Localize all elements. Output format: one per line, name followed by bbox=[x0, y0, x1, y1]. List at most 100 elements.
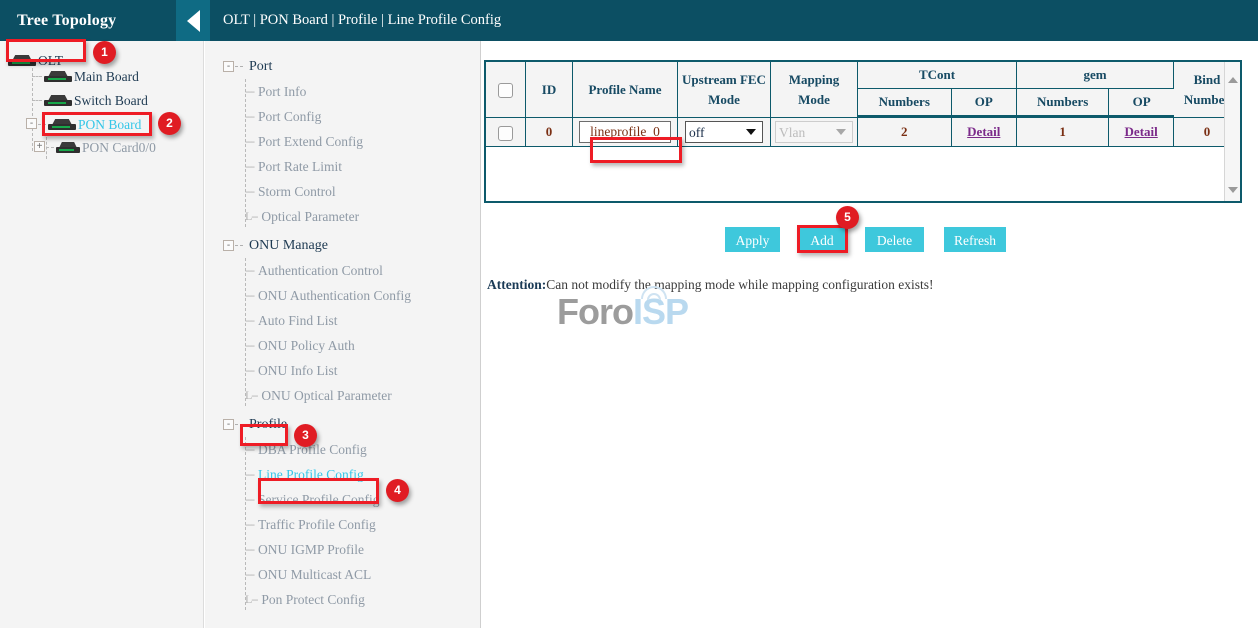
apply-button[interactable]: Apply bbox=[725, 227, 780, 252]
tree-node-label: Switch Board bbox=[74, 93, 148, 109]
tcont-detail-link[interactable]: Detail bbox=[967, 124, 1000, 139]
scroll-down-arrow-icon[interactable] bbox=[1228, 187, 1238, 193]
col-mapping-mode: Mapping Mode bbox=[771, 62, 858, 118]
tree-node-label: PON Card0/0 bbox=[82, 140, 156, 156]
menu-item-auto-find-list[interactable]: --- Auto Find List bbox=[205, 308, 480, 333]
menu-item-port-rate-limit[interactable]: --- Port Rate Limit bbox=[205, 154, 480, 179]
tree-expander-pon-card[interactable]: + bbox=[34, 141, 45, 152]
tree-branch-line bbox=[46, 147, 54, 148]
refresh-button[interactable]: Refresh bbox=[944, 227, 1006, 252]
menu-group-label: Port bbox=[249, 59, 272, 75]
select-all-checkbox[interactable] bbox=[498, 83, 513, 98]
row-select-cell bbox=[486, 118, 526, 147]
device-board-icon bbox=[44, 95, 72, 107]
tree-node-switch-board[interactable]: Switch Board bbox=[44, 89, 148, 113]
cell-upstream-fec-mode: off bbox=[678, 118, 771, 147]
menu-item-onu-igmp-profile[interactable]: --- ONU IGMP Profile bbox=[205, 537, 480, 562]
menu-item-label: Storm Control bbox=[258, 184, 336, 200]
tree-expander-pon-board[interactable]: - bbox=[26, 118, 37, 129]
scroll-up-arrow-icon[interactable] bbox=[1228, 77, 1238, 83]
menu-item-port-info[interactable]: --- Port Info bbox=[205, 79, 480, 104]
menu-tick: L-- bbox=[245, 592, 257, 607]
menu-item-pon-protect-config[interactable]: L-- Pon Protect Config bbox=[205, 587, 480, 612]
wifi-arc-inner-icon bbox=[647, 293, 661, 300]
line-profile-table-container: ID Profile Name Upstream FEC Mode Mappin… bbox=[484, 60, 1242, 203]
tree-trunk-line-2 bbox=[46, 137, 47, 159]
main-content: ID Profile Name Upstream FEC Mode Mappin… bbox=[482, 41, 1258, 628]
foroisp-watermark: ForoISP bbox=[557, 291, 737, 339]
menu-item-label: Port Extend Config bbox=[258, 134, 363, 150]
menu-item-label: Optical Parameter bbox=[261, 209, 359, 225]
upstream-fec-select-wrap: off bbox=[685, 121, 763, 143]
menu-item-port-extend-config[interactable]: --- Port Extend Config bbox=[205, 129, 480, 154]
col-tcont-op: OP bbox=[952, 89, 1018, 118]
menu-tick: --- bbox=[245, 467, 254, 482]
menu-item-label: Authentication Control bbox=[258, 263, 383, 279]
gem-detail-link[interactable]: Detail bbox=[1125, 124, 1158, 139]
device-board-icon bbox=[56, 142, 80, 154]
delete-button[interactable]: Delete bbox=[865, 227, 924, 252]
menu-item-onu-info-list[interactable]: --- ONU Info List bbox=[205, 358, 480, 383]
menu-dash bbox=[235, 66, 243, 67]
highlight-add-button bbox=[797, 225, 848, 253]
menu-tick: --- bbox=[245, 184, 254, 199]
cell-tcont-numbers: 2 bbox=[858, 118, 952, 147]
menu-tick: --- bbox=[245, 159, 254, 174]
menu-item-port-config[interactable]: --- Port Config bbox=[205, 104, 480, 129]
col-upstream-fec-line2: Mode bbox=[682, 90, 766, 110]
mapping-mode-select[interactable]: Vlan bbox=[775, 121, 853, 143]
menu-item-storm-control[interactable]: --- Storm Control bbox=[205, 179, 480, 204]
menu-item-label: Port Config bbox=[258, 109, 321, 125]
menu-tick: --- bbox=[245, 567, 254, 582]
cell-gem-numbers: 1 bbox=[1017, 118, 1109, 147]
cell-tcont-op: Detail bbox=[952, 118, 1018, 147]
menu-group-onu-manage[interactable]: - ONU Manage bbox=[205, 233, 480, 258]
cell-mapping-mode: Vlan bbox=[771, 118, 858, 147]
col-tcont-group: TCont bbox=[858, 62, 1017, 89]
device-board-icon bbox=[44, 71, 72, 83]
col-id: ID bbox=[526, 62, 573, 118]
menu-expander-onu-manage[interactable]: - bbox=[223, 240, 234, 251]
menu-item-onu-multicast-acl[interactable]: --- ONU Multicast ACL bbox=[205, 562, 480, 587]
menu-dash bbox=[235, 245, 243, 246]
breadcrumb-bar: OLT | PON Board | Profile | Line Profile… bbox=[210, 0, 1258, 41]
upstream-fec-select[interactable]: off bbox=[685, 121, 763, 143]
menu-item-label: ONU Optical Parameter bbox=[261, 388, 391, 404]
breadcrumb: OLT | PON Board | Profile | Line Profile… bbox=[210, 12, 501, 29]
menu-expander-profile[interactable]: - bbox=[223, 419, 234, 430]
line-profile-table: ID Profile Name Upstream FEC Mode Mappin… bbox=[486, 62, 1240, 181]
menu-item-traffic-profile-config[interactable]: --- Traffic Profile Config bbox=[205, 512, 480, 537]
navigation-menu-panel: - Port --- Port Info --- Port Config ---… bbox=[205, 41, 481, 628]
tree-node-main-board[interactable]: Main Board bbox=[44, 65, 139, 89]
menu-item-optical-parameter[interactable]: L-- Optical Parameter bbox=[205, 204, 480, 229]
menu-item-onu-policy-auth[interactable]: --- ONU Policy Auth bbox=[205, 333, 480, 358]
annotation-badge-1: 1 bbox=[93, 41, 116, 64]
menu-tick: --- bbox=[245, 363, 254, 378]
menu-tick: --- bbox=[245, 109, 254, 124]
highlight-profile-name-input bbox=[590, 137, 682, 163]
cell-id: 0 bbox=[526, 118, 573, 147]
menu-item-onu-optical-parameter[interactable]: L-- ONU Optical Parameter bbox=[205, 383, 480, 408]
row-checkbox[interactable] bbox=[498, 126, 513, 141]
table-header-row-1: ID Profile Name Upstream FEC Mode Mappin… bbox=[486, 62, 1240, 89]
menu-item-onu-authentication-config[interactable]: --- ONU Authentication Config bbox=[205, 283, 480, 308]
tree-node-pon-card[interactable]: PON Card0/0 bbox=[56, 136, 156, 160]
highlight-olt bbox=[6, 39, 86, 62]
menu-group-port[interactable]: - Port bbox=[205, 54, 480, 79]
menu-tick: --- bbox=[245, 288, 254, 303]
collapse-sidebar-button[interactable] bbox=[176, 0, 210, 41]
menu-item-label: Traffic Profile Config bbox=[258, 517, 376, 533]
olt-management-page: Tree Topology OLT | PON Board | Profile … bbox=[0, 0, 1258, 628]
col-upstream-fec-line1: Upstream FEC bbox=[682, 70, 766, 90]
menu-item-label: ONU IGMP Profile bbox=[258, 542, 364, 558]
col-tcont-numbers: Numbers bbox=[858, 89, 952, 118]
table-vertical-scrollbar[interactable] bbox=[1224, 62, 1240, 201]
menu-tick: --- bbox=[245, 517, 254, 532]
menu-tick: --- bbox=[245, 492, 254, 507]
annotation-badge-5: 5 bbox=[836, 206, 859, 229]
tree-node-label: Main Board bbox=[74, 69, 139, 85]
watermark-foro: Foro bbox=[557, 291, 633, 332]
menu-expander-port[interactable]: - bbox=[223, 61, 234, 72]
menu-item-label: ONU Multicast ACL bbox=[258, 567, 371, 583]
menu-item-authentication-control[interactable]: --- Authentication Control bbox=[205, 258, 480, 283]
